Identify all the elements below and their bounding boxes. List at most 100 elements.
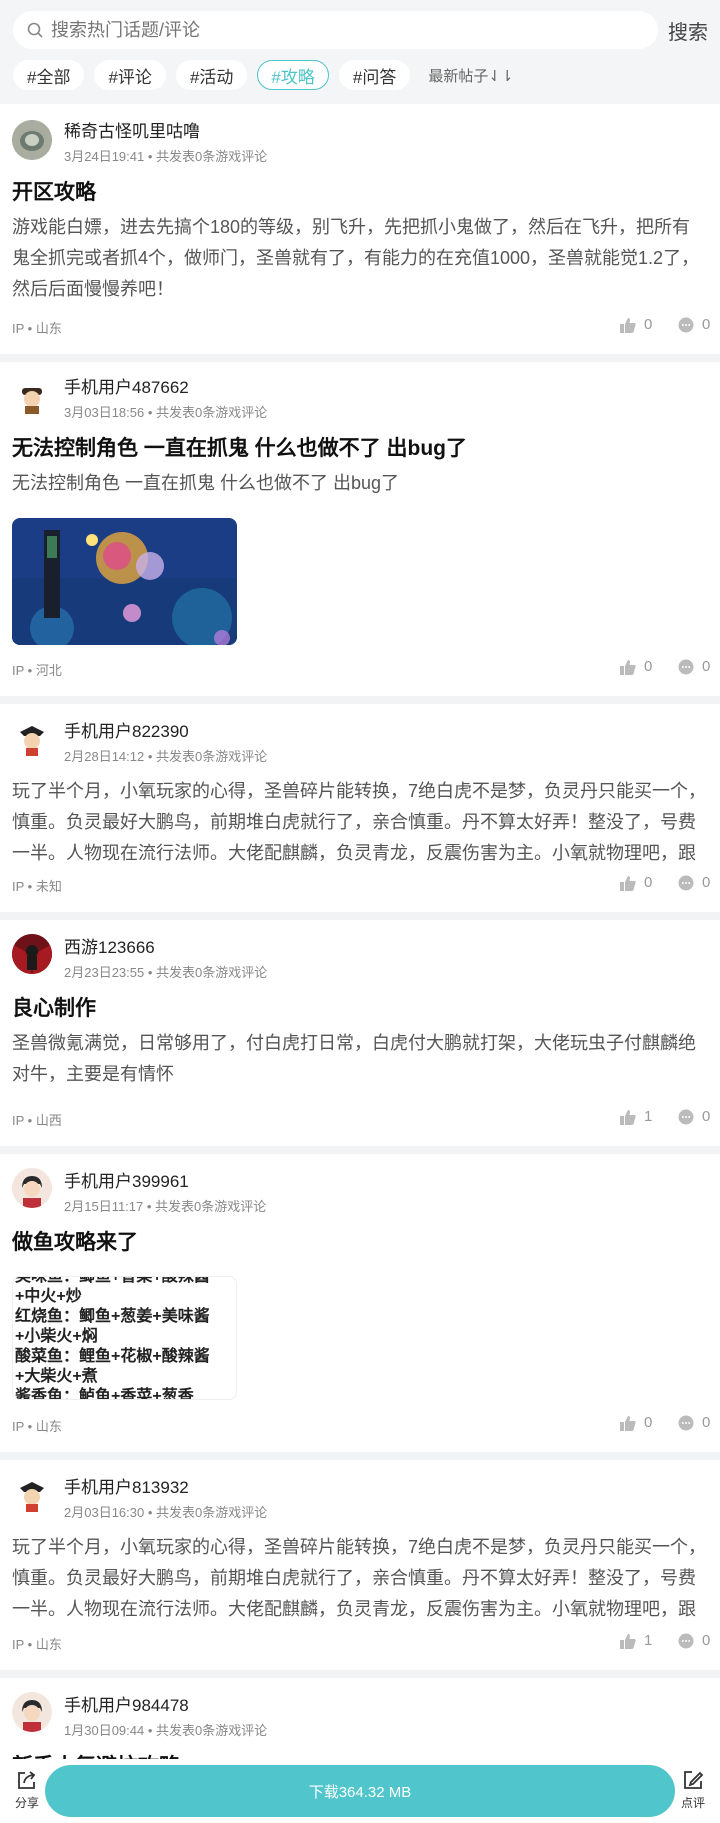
post-card[interactable]: 西游123666 2月23日23:55 • 共发表0条游戏评论 良心制作 圣兽微… (0, 920, 720, 1146)
post-meta: 2月23日23:55 • 共发表0条游戏评论 (64, 965, 268, 980)
ip-location: IP • 山西 (12, 1113, 62, 1128)
post-body: 游戏能白嫖，进去先搞个180的等级，别飞升，先把抓小鬼做了，然后在飞升，把所有鬼… (12, 217, 700, 299)
post-title: 做鱼攻略来了 (12, 1231, 138, 1254)
post-meta: 3月24日19:41 • 共发表0条游戏评论 (64, 149, 268, 164)
post-body: 圣兽微氪满觉，日常够用了，付白虎打日常，白虎付大鹏就打架，大佬玩虫子付麒麟绝对牛… (12, 1033, 696, 1084)
thumbs-up-icon (620, 1109, 636, 1125)
like-count: 0 (644, 874, 653, 891)
username[interactable]: 手机用户487662 (64, 373, 189, 398)
recipe-line: +中火+炒 (15, 1288, 82, 1305)
comment-count: 0 (702, 658, 711, 675)
chip-comment[interactable]: #评论 (94, 60, 166, 90)
search-button[interactable]: 搜索 (668, 16, 708, 45)
recipe-text: 美味鱼：鲫鱼+香菜+酸辣酱 +中火+炒 红烧鱼：鲫鱼+葱姜+美味酱 +小柴火+焖… (15, 1276, 236, 1400)
post-card[interactable]: 手机用户813932 2月03日16:30 • 共发表0条游戏评论 玩了半个月，… (0, 1460, 720, 1670)
post-card[interactable]: 稀奇古怪叽里咕噜 3月24日19:41 • 共发表0条游戏评论 开区攻略 游戏能… (0, 104, 720, 354)
share-button[interactable]: 分享 (12, 1769, 42, 1811)
filter-chips: #全部 #评论 #活动 #攻略 #问答 最新帖子⇃⇂ (13, 59, 513, 91)
comment-button[interactable]: 0 (678, 1108, 710, 1125)
post-title: 良心制作 (12, 997, 96, 1020)
comment-icon (678, 317, 694, 332)
chip-activity[interactable]: #活动 (175, 60, 248, 90)
ip-location: IP • 未知 (12, 879, 62, 894)
thumbs-up-icon (620, 875, 636, 891)
comment-count: 0 (702, 1414, 711, 1431)
username[interactable]: 西游123666 (64, 933, 155, 958)
username[interactable]: 手机用户813932 (64, 1473, 189, 1498)
comment-button[interactable]: 0 (678, 658, 710, 675)
post-body: 无法控制角色 一直在抓鬼 什么也做不了 出bug了 (12, 473, 400, 493)
username[interactable]: 手机用户399961 (64, 1167, 189, 1192)
post-card[interactable]: 手机用户487662 3月03日18:56 • 共发表0条游戏评论 无法控制角色… (0, 362, 720, 696)
comment-count: 0 (702, 316, 711, 333)
like-button[interactable]: 0 (620, 316, 652, 333)
ip-location: IP • 河北 (12, 663, 62, 678)
post-meta: 2月15日11:17 • 共发表0条游戏评论 (64, 1199, 267, 1214)
username[interactable]: 稀奇古怪叽里咕噜 (64, 117, 200, 142)
avatar[interactable] (12, 934, 52, 974)
like-button[interactable]: 0 (620, 874, 652, 891)
chip-all[interactable]: #全部 (13, 60, 85, 90)
post-image[interactable] (12, 518, 237, 645)
recipe-line: 酱香鱼：鲈鱼+香菜+葱香 (15, 1388, 194, 1400)
review-label: 点评 (680, 1796, 705, 1810)
avatar[interactable] (12, 1692, 52, 1732)
post-meta: 1月30日09:44 • 共发表0条游戏评论 (64, 1723, 268, 1738)
like-button[interactable]: 1 (620, 1108, 652, 1125)
comment-button[interactable]: 0 (678, 874, 710, 891)
comment-icon (678, 659, 694, 674)
search-box[interactable] (13, 11, 658, 49)
comment-icon (678, 1109, 694, 1124)
like-button[interactable]: 0 (620, 1414, 652, 1431)
post-card[interactable]: 手机用户822390 2月28日14:12 • 共发表0条游戏评论 玩了半个月，… (0, 704, 720, 912)
recipe-line: 酸菜鱼：鲤鱼+花椒+酸辣酱 (15, 1348, 210, 1365)
chip-guide[interactable]: #攻略 (257, 60, 329, 90)
comment-icon (678, 875, 694, 890)
comment-button[interactable]: 0 (678, 1632, 710, 1649)
post-footer: IP • 未知 0 0 (12, 874, 710, 894)
post-footer: IP • 山西 1 0 (12, 1108, 710, 1128)
search-icon (27, 22, 43, 38)
post-image[interactable]: 美味鱼：鲫鱼+香菜+酸辣酱 +中火+炒 红烧鱼：鲫鱼+葱姜+美味酱 +小柴火+焖… (12, 1276, 237, 1400)
thumbs-up-icon (620, 1633, 636, 1649)
like-count: 0 (644, 658, 653, 675)
post-card[interactable]: 手机用户399961 2月15日11:17 • 共发表0条游戏评论 做鱼攻略来了… (0, 1154, 720, 1452)
recipe-line: +小柴火+焖 (15, 1328, 98, 1345)
avatar[interactable] (12, 1474, 52, 1514)
ip-location: IP • 山东 (12, 1637, 62, 1652)
like-count: 0 (644, 1414, 653, 1431)
post-body: 玩了半个月，小氧玩家的心得，圣兽碎片能转换，7绝白虎不是梦，负灵丹只能买一个，慎… (12, 781, 707, 863)
post-footer: IP • 山东 1 0 (12, 1632, 710, 1652)
recipe-line: 红烧鱼：鲫鱼+葱姜+美味酱 (15, 1308, 210, 1325)
comment-count: 0 (702, 1632, 711, 1649)
top-bar: 搜索 #全部 #评论 #活动 #攻略 #问答 最新帖子⇃⇂ (0, 0, 720, 104)
avatar[interactable] (12, 120, 52, 160)
comment-button[interactable]: 0 (678, 1414, 710, 1431)
avatar[interactable] (12, 376, 52, 416)
username[interactable]: 手机用户822390 (64, 717, 189, 742)
like-button[interactable]: 0 (620, 658, 652, 675)
recipe-line: +大柴火+煮 (15, 1368, 98, 1385)
chip-qa[interactable]: #问答 (338, 60, 411, 90)
like-button[interactable]: 1 (620, 1632, 652, 1649)
avatar[interactable] (12, 1168, 52, 1208)
edit-icon (684, 1771, 704, 1789)
thumbs-up-icon (620, 317, 636, 333)
thumbs-up-icon (620, 1415, 636, 1431)
avatar[interactable] (12, 718, 52, 758)
search-input[interactable] (51, 19, 631, 41)
comment-count: 0 (702, 874, 711, 891)
recipe-line: 美味鱼：鲫鱼+香菜+酸辣酱 (15, 1276, 210, 1285)
post-footer: IP • 山东 0 0 (12, 1414, 710, 1434)
share-icon (18, 1771, 36, 1789)
like-count: 0 (644, 316, 653, 333)
thumbs-up-icon (620, 659, 636, 675)
post-meta: 3月03日18:56 • 共发表0条游戏评论 (64, 405, 268, 420)
comment-button[interactable]: 0 (678, 316, 710, 333)
download-button[interactable]: 下载364.32 MB (45, 1765, 675, 1817)
post-meta: 2月03日16:30 • 共发表0条游戏评论 (64, 1505, 268, 1520)
sort-dropdown[interactable]: 最新帖子⇃⇂ (428, 65, 513, 86)
comment-count: 0 (702, 1108, 711, 1125)
review-button[interactable]: 点评 (678, 1769, 708, 1811)
username[interactable]: 手机用户984478 (64, 1691, 189, 1716)
